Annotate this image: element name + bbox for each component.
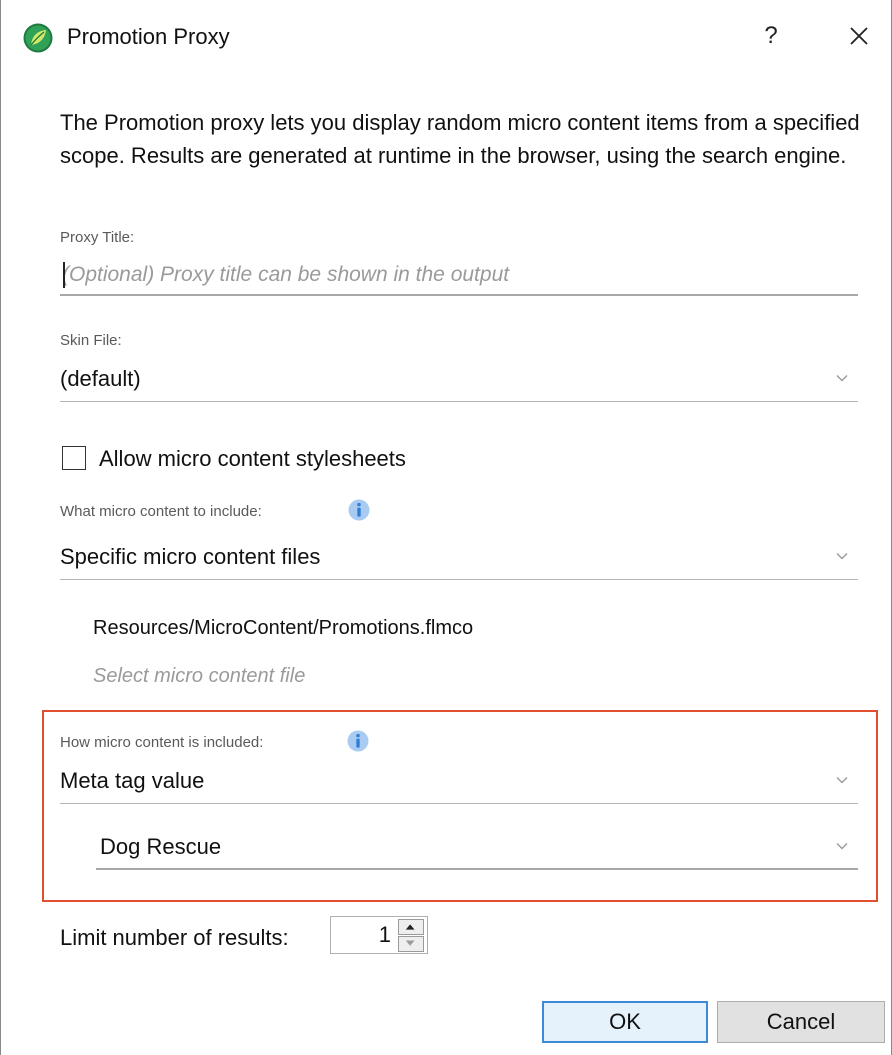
proxy-title-field[interactable]: [60, 256, 858, 296]
chevron-down-icon: [836, 777, 848, 784]
info-icon[interactable]: [347, 730, 369, 752]
stepper-down-button[interactable]: [398, 936, 424, 952]
what-content-select[interactable]: Specific micro content files: [60, 538, 858, 580]
skin-file-label: Skin File:: [60, 332, 122, 349]
ok-button[interactable]: OK: [542, 1001, 708, 1043]
text-caret: [63, 262, 65, 288]
limit-results-stepper[interactable]: [330, 916, 428, 954]
meta-value-select[interactable]: Dog Rescue: [96, 828, 858, 870]
help-button[interactable]: ?: [753, 18, 789, 54]
close-icon: [850, 27, 868, 45]
skin-file-value: (default): [60, 366, 141, 391]
proxy-title-input[interactable]: [60, 256, 858, 294]
allow-stylesheets-label: Allow micro content stylesheets: [99, 446, 406, 471]
close-button[interactable]: [841, 18, 877, 54]
chevron-down-icon: [836, 553, 848, 560]
title-bar: Promotion Proxy ?: [1, 0, 891, 76]
proxy-title-label: Proxy Title:: [60, 229, 135, 246]
window-title: Promotion Proxy: [67, 24, 230, 49]
cancel-button[interactable]: Cancel: [717, 1001, 885, 1043]
limit-results-input[interactable]: [331, 917, 393, 953]
chevron-down-icon: [836, 375, 848, 382]
caret-down-icon: [405, 940, 415, 946]
dialog-description: The Promotion proxy lets you display ran…: [60, 110, 860, 168]
meta-value: Dog Rescue: [100, 834, 222, 859]
what-content-label: What micro content to include:: [60, 503, 262, 520]
how-content-label: How micro content is included:: [60, 734, 264, 751]
skin-file-select[interactable]: (default): [60, 360, 858, 402]
leaf-icon: [23, 23, 53, 53]
stepper-up-button[interactable]: [398, 919, 424, 935]
info-icon[interactable]: [348, 499, 370, 521]
allow-stylesheets-checkbox[interactable]: [62, 446, 86, 470]
caret-up-icon: [405, 924, 415, 930]
micro-content-file-item[interactable]: Resources/MicroContent/Promotions.flmco: [93, 617, 473, 640]
chevron-down-icon: [836, 843, 848, 850]
select-micro-content-file-link[interactable]: Select micro content file: [93, 665, 305, 688]
promotion-proxy-dialog: Promotion Proxy ? The Promotion proxy le…: [0, 0, 892, 1055]
how-content-select[interactable]: Meta tag value: [60, 762, 858, 804]
how-content-value: Meta tag value: [60, 768, 205, 793]
limit-results-label: Limit number of results:: [60, 925, 289, 950]
what-content-value: Specific micro content files: [60, 544, 321, 569]
